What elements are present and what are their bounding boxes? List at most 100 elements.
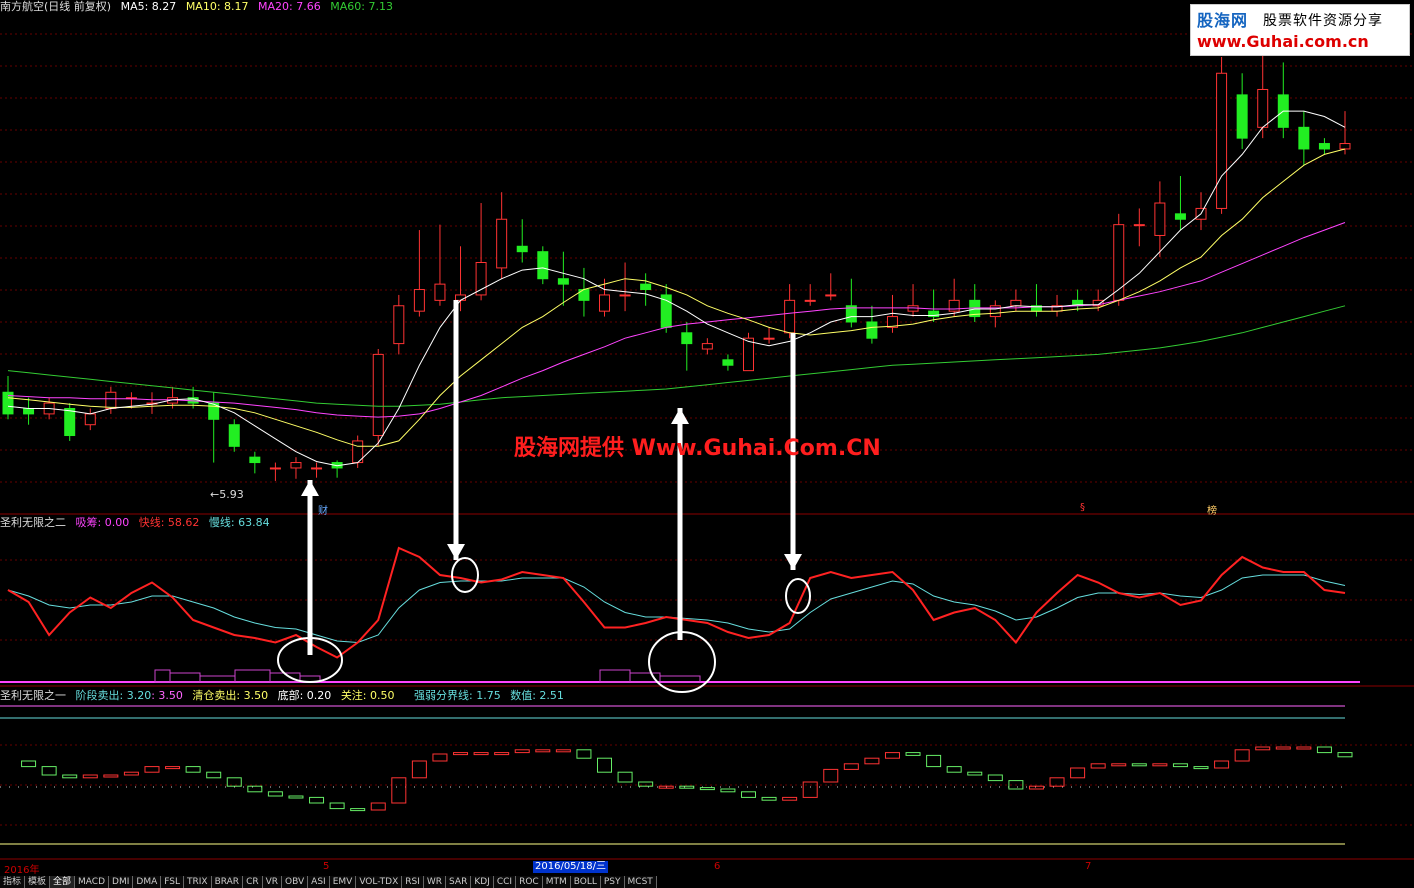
indicator1-name[interactable]: 圣利无限之二 bbox=[0, 516, 66, 529]
indicator2-stage-sell-a: 阶段卖出: 3.20 bbox=[75, 689, 152, 702]
step-up bbox=[411, 760, 427, 779]
tab-指标[interactable]: 指标 bbox=[0, 876, 26, 888]
candle-down bbox=[1236, 94, 1248, 139]
step-down bbox=[288, 795, 304, 799]
indicator2-stage-sell-b: : 3.50 bbox=[151, 689, 183, 702]
ma20-readout: MA20: 7.66 bbox=[258, 0, 321, 13]
tab-brar[interactable]: BRAR bbox=[212, 876, 244, 888]
step-down bbox=[987, 774, 1003, 782]
tab-mcst[interactable]: MCST bbox=[625, 876, 657, 888]
candle-up bbox=[701, 343, 713, 350]
tab-boll[interactable]: BOLL bbox=[571, 876, 601, 888]
step-down bbox=[740, 791, 756, 798]
indicator2-clear-sell: 清仓卖出: 3.50 bbox=[192, 689, 269, 702]
candle-up bbox=[599, 294, 611, 312]
tab-模板[interactable]: 模板 bbox=[25, 876, 51, 888]
candle-up bbox=[742, 337, 754, 372]
step-up bbox=[884, 752, 900, 759]
tab-asi[interactable]: ASI bbox=[308, 876, 330, 888]
indicator-tab-bar: 指标 模板 全部 MACD DMI DMA FSL TRIX BRAR CR VR OBV ASI EMV… bbox=[0, 876, 657, 888]
tab-trix[interactable]: TRIX bbox=[184, 876, 212, 888]
tab-wr[interactable]: WR bbox=[424, 876, 447, 888]
tab-obv[interactable]: OBV bbox=[282, 876, 309, 888]
step-down bbox=[1172, 763, 1188, 768]
step-up bbox=[123, 771, 139, 776]
tab-roc[interactable]: ROC bbox=[516, 876, 543, 888]
candle-up bbox=[1339, 143, 1351, 150]
brand-name: 股海网 bbox=[1197, 11, 1249, 30]
ma10-readout: MA10: 8.17 bbox=[185, 0, 249, 13]
candle-up bbox=[784, 299, 796, 334]
tab-kdj[interactable]: KDJ bbox=[471, 876, 494, 888]
step-up bbox=[103, 774, 119, 778]
candle-down bbox=[1174, 213, 1186, 220]
candle-up bbox=[413, 289, 425, 312]
indicator2-bottom: 底部: 0.20 bbox=[277, 689, 332, 702]
indicator2-strong-weak: 强弱分界线: 1.75 bbox=[414, 689, 501, 702]
step-down bbox=[1193, 766, 1209, 770]
step-up bbox=[391, 777, 407, 804]
step-down bbox=[905, 752, 921, 756]
candle-up bbox=[105, 391, 117, 409]
step-up bbox=[535, 749, 551, 753]
step-up bbox=[802, 781, 818, 798]
candle-down bbox=[557, 278, 569, 285]
selected-date-label: 2016/05/18/三 bbox=[533, 861, 609, 873]
tab-sar[interactable]: SAR bbox=[446, 876, 472, 888]
step-up bbox=[144, 766, 160, 773]
indicator1-slow: 慢线: 63.84 bbox=[208, 516, 270, 529]
tab-dmi[interactable]: DMI bbox=[109, 876, 134, 888]
step-up bbox=[1214, 760, 1230, 769]
candle-up bbox=[84, 413, 96, 426]
step-down bbox=[247, 785, 263, 793]
tab-fsl[interactable]: FSL bbox=[161, 876, 184, 888]
tab-dma[interactable]: DMA bbox=[133, 876, 162, 888]
watermark-text: 股海网提供 Www.Guhai.Com.CN bbox=[514, 436, 881, 461]
candle-up bbox=[989, 305, 1001, 318]
step-down bbox=[576, 749, 592, 759]
ma60-line bbox=[7, 305, 1346, 407]
fast-line bbox=[7, 546, 1346, 659]
candle-down bbox=[516, 245, 528, 253]
dividend-marker[interactable]: § bbox=[1080, 502, 1085, 513]
tab-macd[interactable]: MACD bbox=[75, 876, 110, 888]
step-down bbox=[926, 754, 942, 768]
step-up bbox=[823, 768, 839, 783]
tab-cci[interactable]: CCI bbox=[494, 876, 517, 888]
ranking-marker[interactable]: 榜 bbox=[1207, 502, 1217, 517]
tab-psy[interactable]: PSY bbox=[601, 876, 625, 888]
step-down bbox=[617, 771, 633, 783]
step-up bbox=[82, 774, 98, 779]
annotation-circle bbox=[785, 578, 811, 614]
step-down bbox=[638, 781, 654, 787]
finance-marker[interactable]: 财 bbox=[318, 502, 328, 517]
tab-vr[interactable]: VR bbox=[263, 876, 283, 888]
tab-rsi[interactable]: RSI bbox=[402, 876, 424, 888]
stock-title: 南方航空(日线 前复权) bbox=[0, 0, 112, 13]
candle-up bbox=[619, 294, 631, 297]
step-down bbox=[226, 777, 242, 787]
step-down bbox=[720, 788, 736, 793]
tab-cr[interactable]: CR bbox=[243, 876, 263, 888]
step-down bbox=[1316, 746, 1332, 754]
step-down bbox=[1131, 763, 1147, 767]
brand-slogan: 股票软件资源分享 bbox=[1263, 13, 1383, 29]
step-up bbox=[1296, 746, 1312, 750]
indicator2-name[interactable]: 圣利无限之一 bbox=[0, 689, 66, 702]
indicator2-value: 数值: 2.51 bbox=[510, 689, 564, 702]
candle-down bbox=[64, 407, 76, 437]
candle-up bbox=[825, 294, 837, 297]
tab-mtm[interactable]: MTM bbox=[543, 876, 571, 888]
tab-vol-tdx[interactable]: VOL-TDX bbox=[356, 876, 403, 888]
tab-emv[interactable]: EMV bbox=[330, 876, 357, 888]
indicator1-suction: 吸筹: 0.00 bbox=[75, 516, 130, 529]
annotation-arrowhead bbox=[671, 408, 689, 424]
step-up bbox=[1111, 763, 1127, 767]
step-up bbox=[370, 802, 386, 811]
step-down bbox=[1337, 752, 1353, 758]
chart-stage[interactable]: 南方航空(日线 前复权) MA5: 8.27 MA10: 8.17 MA20: … bbox=[0, 0, 1414, 888]
step-up bbox=[1028, 785, 1044, 790]
step-down bbox=[597, 757, 613, 773]
candle-up bbox=[434, 283, 446, 301]
tab-全部[interactable]: 全部 bbox=[50, 876, 76, 888]
